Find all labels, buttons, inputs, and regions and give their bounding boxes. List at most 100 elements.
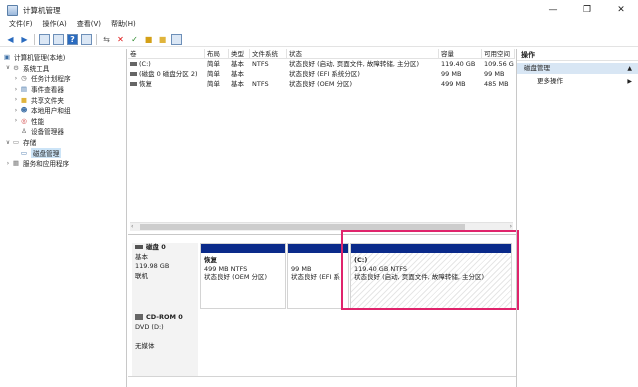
disk-name: CD-ROM 0 — [146, 313, 183, 321]
table-row[interactable]: (磁盘 0 磁盘分区 2) 简单 基本 状态良好 (EFI 系统分区) 99 M… — [128, 69, 515, 79]
column-header-free-space[interactable]: 可用空间 — [482, 49, 515, 58]
volume-layout: 简单 — [207, 80, 220, 88]
expand-icon[interactable]: › — [12, 96, 20, 103]
column-header-layout[interactable]: 布局 — [205, 49, 229, 58]
cdrom-icon — [135, 314, 143, 320]
console-tree: ▣ 计算机管理(本地) ∨ ⚙ 系统工具 › ◷ 任务计划程序 › ▤ 事件查看… — [0, 49, 127, 387]
properties-icon[interactable] — [81, 33, 92, 45]
partition-efi[interactable]: 99 MB 状态良好 (EFI 系 — [287, 243, 349, 309]
more-actions-label: 更多操作 — [537, 77, 563, 85]
expand-icon[interactable]: › — [12, 75, 20, 82]
tree-root[interactable]: ▣ 计算机管理(本地) — [0, 52, 126, 63]
computer-management-icon: ▣ — [3, 53, 11, 62]
tree-item-storage[interactable]: ∨ ▭ 存储 — [0, 137, 126, 148]
partition-recovery[interactable]: 恢复 499 MB NTFS 状态良好 (OEM 分区) — [200, 243, 286, 309]
volume-list-header: 卷 布局 类型 文件系统 状态 容量 可用空间 — [128, 49, 515, 59]
title-bar: 计算机管理 — ❐ ✕ — [0, 0, 638, 20]
services-icon: ▦ — [12, 159, 20, 168]
maximize-button[interactable]: ❐ — [570, 0, 604, 20]
expand-icon[interactable]: › — [12, 117, 20, 124]
disk-management-icon: ▭ — [20, 148, 28, 157]
volume-capacity: 119.40 GB — [441, 60, 476, 68]
help-icon[interactable]: ? — [67, 33, 78, 45]
volume-name: (C:) — [139, 60, 151, 68]
menu-action[interactable]: 操作(A) — [38, 18, 72, 31]
disk-0-info[interactable]: 磁盘 0 基本 119.98 GB 联机 — [132, 243, 198, 311]
column-header-filesystem[interactable]: 文件系统 — [250, 49, 287, 58]
partition-detail: 499 MB NTFS — [204, 264, 248, 273]
tree-item-label: 系统工具 — [23, 64, 50, 73]
menu-view[interactable]: 查看(V) — [72, 18, 106, 31]
view-icon[interactable] — [171, 33, 182, 45]
cdrom-0-info[interactable]: CD-ROM 0 DVD (D:) 无媒体 — [132, 311, 198, 377]
minimize-button[interactable]: — — [536, 0, 570, 20]
table-row[interactable]: 恢复 简单 基本 NTFS 状态良好 (OEM 分区) 499 MB 485 M… — [128, 79, 515, 89]
tree-item-device-manager[interactable]: ♙ 设备管理器 — [0, 126, 126, 137]
tree-item-disk-management[interactable]: ▭ 磁盘管理 — [0, 147, 126, 158]
column-header-status[interactable]: 状态 — [287, 49, 439, 58]
partition-status: 状态良好 (OEM 分区) — [204, 273, 268, 281]
tree-item-label: 服务和应用程序 — [23, 160, 70, 169]
scroll-left-icon[interactable]: ‹ — [131, 223, 133, 231]
device-manager-icon: ♙ — [21, 127, 27, 136]
collapse-icon[interactable]: ▲ — [627, 63, 632, 74]
properties-sheet-icon[interactable]: ■ — [143, 34, 154, 45]
tree-item-event-viewer[interactable]: › ▤ 事件查看器 — [0, 84, 126, 95]
more-actions-item[interactable]: 更多操作 ▶ — [517, 76, 638, 87]
cdrom-0-row: CD-ROM 0 DVD (D:) 无媒体 — [128, 311, 516, 377]
actions-pane: 操作 磁盘管理 ▲ 更多操作 ▶ — [516, 49, 638, 387]
volume-layout: 简单 — [207, 60, 220, 68]
column-header-type[interactable]: 类型 — [229, 49, 250, 58]
volume-status: 状态良好 (EFI 系统分区) — [289, 70, 360, 78]
tree-item-label: 任务计划程序 — [31, 75, 71, 84]
menu-help[interactable]: 帮助(H) — [106, 18, 141, 31]
console-tree-icon[interactable] — [53, 33, 64, 45]
computer-management-window: 计算机管理 — ❐ ✕ 文件(F) 操作(A) 查看(V) 帮助(H) ◀ ▶ … — [0, 0, 638, 387]
volume-free-space: 109.56 G — [484, 60, 514, 68]
storage-icon: ▭ — [12, 138, 20, 147]
volume-icon — [130, 62, 137, 66]
tools-icon: ⚙ — [13, 63, 19, 72]
performance-icon: ◎ — [21, 116, 27, 125]
volume-capacity: 99 MB — [441, 70, 462, 78]
actions-section-disk-management[interactable]: 磁盘管理 ▲ — [517, 63, 638, 74]
expand-icon[interactable]: › — [12, 86, 20, 93]
tree-item-label: 事件查看器 — [31, 86, 64, 95]
computer-management-icon — [7, 4, 18, 16]
tree-item-shared-folders[interactable]: › ■ 共享文件夹 — [0, 94, 126, 105]
users-icon: ☻ — [20, 106, 28, 115]
partition-bar — [201, 244, 285, 253]
column-header-capacity[interactable]: 容量 — [439, 49, 482, 58]
back-arrow-icon[interactable]: ◀ — [5, 34, 16, 45]
folder-icon[interactable]: ■ — [157, 34, 168, 45]
table-row[interactable]: (C:) 简单 基本 NTFS 状态良好 (启动, 页面文件, 故障转储, 主分… — [128, 59, 515, 69]
check-icon[interactable]: ✓ — [129, 34, 140, 45]
delete-icon[interactable]: ✕ — [115, 34, 126, 45]
forward-arrow-icon[interactable]: ▶ — [19, 34, 30, 45]
disk-size: 119.98 GB — [135, 262, 170, 270]
clock-icon: ◷ — [21, 74, 27, 83]
tree-item-task-scheduler[interactable]: › ◷ 任务计划程序 — [0, 73, 126, 84]
expand-icon[interactable]: › — [4, 160, 12, 167]
volume-free-space: 485 MB — [484, 80, 509, 88]
volume-type: 基本 — [231, 70, 244, 78]
menu-file[interactable]: 文件(F) — [4, 18, 38, 31]
volume-icon — [130, 72, 137, 76]
up-folder-icon[interactable] — [39, 33, 50, 45]
partition-detail: 99 MB — [291, 264, 312, 273]
close-button[interactable]: ✕ — [604, 0, 638, 20]
tree-item-performance[interactable]: › ◎ 性能 — [0, 116, 126, 127]
disk-size — [135, 332, 198, 342]
column-header-volume[interactable]: 卷 — [128, 49, 205, 58]
tree-item-services-apps[interactable]: › ▦ 服务和应用程序 — [0, 158, 126, 169]
tree-item-local-users[interactable]: › ☻ 本地用户和组 — [0, 105, 126, 116]
tree-item-system-tools[interactable]: ∨ ⚙ 系统工具 — [0, 63, 126, 74]
connect-icon[interactable]: ⇆ — [101, 34, 112, 45]
submenu-arrow-icon: ▶ — [627, 78, 632, 85]
volume-list: 卷 布局 类型 文件系统 状态 容量 可用空间 (C:) 简单 基本 NTFS … — [128, 49, 515, 234]
annotation-highlight-box — [341, 230, 519, 310]
expand-icon[interactable]: › — [12, 107, 20, 114]
expand-icon[interactable]: ∨ — [4, 64, 12, 71]
expand-icon[interactable]: ∨ — [4, 139, 12, 146]
volume-status: 状态良好 (启动, 页面文件, 故障转储, 主分区) — [289, 60, 420, 68]
